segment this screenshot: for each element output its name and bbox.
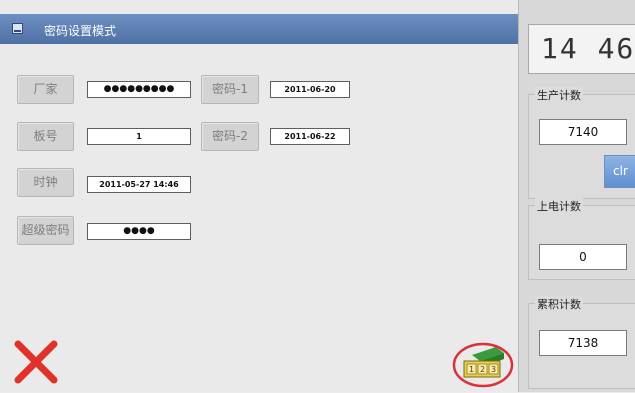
production-count-value: 7140 (539, 119, 627, 145)
right-panel: 14 46 生产计数 7140 clr 上电计数 0 累积计数 7138 (518, 0, 635, 392)
password-2-button[interactable]: 密码-2 (201, 122, 259, 151)
super-password-field[interactable]: ●●●● (87, 223, 191, 240)
manufacturer-field[interactable]: ●●●●●●●●● (87, 81, 191, 98)
close-icon (14, 340, 58, 384)
cumulative-count-value: 7138 (539, 330, 627, 356)
power-on-count-value: 0 (539, 244, 627, 270)
production-count-title: 生产计数 (535, 87, 583, 103)
page-title: 密码设置模式 (44, 24, 117, 38)
production-count-group: 生产计数 7140 clr (528, 87, 635, 199)
clock-display: 14 46 (528, 24, 635, 74)
svg-text:2: 2 (480, 365, 485, 374)
password-1-field[interactable]: 2011-06-20 (270, 81, 350, 98)
svg-text:3: 3 (491, 365, 496, 374)
board-number-button[interactable]: 板号 (17, 122, 74, 151)
svg-text:1: 1 (469, 365, 474, 374)
title-bar: 密码设置模式 (0, 14, 518, 44)
confirm-keypad-button[interactable]: 1 2 3 (452, 341, 514, 389)
keypad-icon: 1 2 3 (452, 342, 514, 388)
super-password-button[interactable]: 超级密码 (17, 216, 74, 245)
cumulative-count-group: 累积计数 7138 (528, 296, 635, 389)
power-on-count-group: 上电计数 0 (528, 198, 635, 280)
manufacturer-button[interactable]: 厂家 (17, 75, 74, 104)
main-panel: 密码设置模式 厂家 ●●●●●●●●● 密码-1 2011-06-20 板号 1… (0, 0, 518, 392)
clear-button[interactable]: clr (604, 155, 635, 188)
password-1-button[interactable]: 密码-1 (201, 75, 259, 104)
cumulative-count-title: 累积计数 (535, 296, 583, 312)
clock-field[interactable]: 2011-05-27 14:46 (87, 176, 191, 193)
board-number-field[interactable]: 1 (87, 128, 191, 145)
power-on-count-title: 上电计数 (535, 198, 583, 214)
clock-button[interactable]: 时钟 (17, 168, 74, 197)
cancel-button[interactable] (8, 336, 64, 388)
password-2-field[interactable]: 2011-06-22 (270, 128, 350, 145)
window-icon (12, 23, 23, 34)
